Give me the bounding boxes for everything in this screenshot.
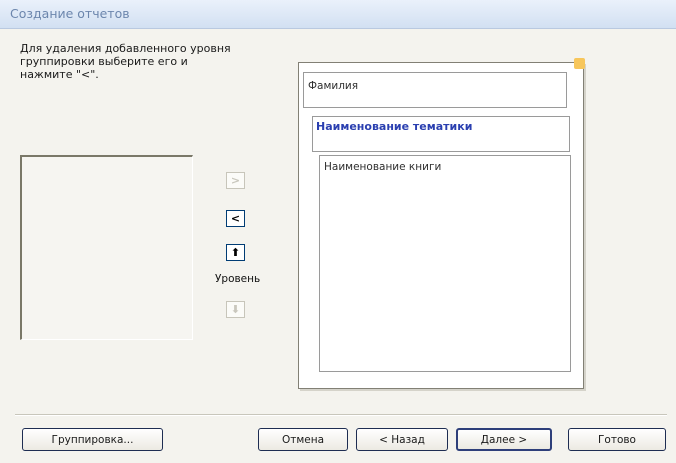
window-title: Создание отчетов: [10, 6, 130, 21]
back-button[interactable]: < Назад: [356, 428, 448, 451]
footer-separator: [15, 414, 667, 416]
preview-corner-marker: [574, 58, 585, 69]
grouping-options-button[interactable]: Группировка...: [22, 428, 163, 451]
instructions-text: Для удаления добавленного уровня группир…: [20, 42, 231, 81]
grouping-fields-list[interactable]: [20, 155, 193, 340]
level-label: Уровень: [215, 273, 261, 285]
priority-up-button[interactable]: ⬆: [226, 244, 245, 261]
cancel-button[interactable]: Отмена: [258, 428, 348, 451]
wizard-title-bar: Создание отчетов: [0, 0, 676, 29]
grouping-level-2[interactable]: Наименование тематики: [312, 116, 570, 152]
priority-down-button[interactable]: ⬇: [226, 301, 245, 318]
finish-button[interactable]: Готово: [568, 428, 666, 451]
add-level-button[interactable]: >: [226, 172, 245, 189]
detail-section: Наименование книги: [319, 155, 571, 372]
grouping-level-1[interactable]: Фамилия: [303, 72, 567, 108]
next-button[interactable]: Далее >: [456, 428, 552, 451]
remove-level-button[interactable]: <: [226, 210, 245, 227]
